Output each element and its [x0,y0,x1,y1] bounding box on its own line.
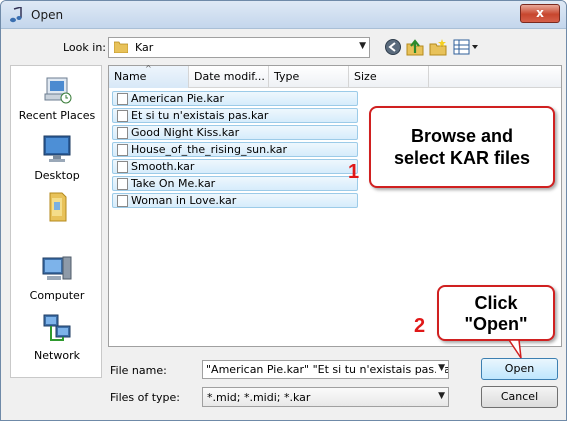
file-item[interactable]: Smooth.kar [112,159,358,174]
place-label: Recent Places [18,109,96,122]
chevron-down-icon[interactable]: ▼ [359,41,366,51]
up-folder-icon[interactable] [406,38,424,56]
cancel-button[interactable]: Cancel [481,386,558,408]
column-size[interactable]: Size [349,66,429,88]
back-icon[interactable] [384,38,402,56]
file-name: Et si tu n'existais pas.kar [131,109,269,122]
file-icon [117,127,128,139]
file-icon [117,195,128,207]
step-number-2: 2 [414,315,426,337]
column-headers: ^ Name Date modif... Type Size [109,64,561,88]
place-computer[interactable]: Computer [11,252,103,302]
open-callout-line2: "Open" [464,314,528,334]
chevron-down-icon[interactable]: ▼ [436,363,445,373]
step-number-1: 1 [348,161,360,183]
file-name: Good Night Kiss.kar [131,126,240,139]
file-name: Smooth.kar [131,160,195,173]
network-icon [43,314,71,341]
file-item[interactable]: House_of_the_rising_sun.kar [112,142,358,157]
place-label: Computer [29,289,85,302]
close-button[interactable]: x [520,4,560,23]
column-type[interactable]: Type [269,66,349,88]
file-name: American Pie.kar [131,92,224,105]
views-icon[interactable] [453,38,479,56]
file-name-input[interactable]: "American Pie.kar" "Et si tu n'existais … [202,360,449,379]
look-in-combo[interactable]: Kar ▼ [108,37,370,58]
desktop-icon [43,135,71,162]
column-type-label: Type [274,70,300,83]
file-icon [117,161,128,173]
file-item[interactable]: Et si tu n'existais pas.kar [112,108,358,123]
window-title: Open [31,8,64,22]
place-label: Desktop [34,169,80,182]
browse-callout-line1: Browse and [410,126,514,146]
recent-places-icon [44,77,72,104]
user-folder-icon [49,192,67,222]
callout-pointer [508,340,522,359]
look-in-label: Look in: [63,41,106,54]
browse-callout-line2: select KAR files [393,148,531,168]
column-name-label: Name [114,70,147,83]
computer-icon [42,256,72,280]
column-date-modified[interactable]: Date modif... [189,66,269,88]
file-icon [117,178,128,190]
column-name[interactable]: ^ Name [109,64,189,88]
new-folder-icon[interactable] [429,38,447,56]
open-dialog: Open x Look in: Kar ▼ Recent Places Desk… [0,0,567,421]
chevron-down-icon[interactable]: ▼ [438,391,445,401]
open-callout: Click "Open" [437,285,555,341]
file-name: Woman in Love.kar [131,194,237,207]
sort-up-icon: ^ [145,64,152,73]
music-note-icon [10,7,22,23]
place-user-folder[interactable] [11,190,103,227]
look-in-value: Kar [135,41,154,54]
file-icon [117,110,128,122]
file-item[interactable]: American Pie.kar [112,91,358,106]
browse-callout: Browse and select KAR files [369,106,555,188]
file-name: Take On Me.kar [131,177,216,190]
file-name-label: File name: [110,364,167,377]
file-item[interactable]: Good Night Kiss.kar [112,125,358,140]
folder-icon [114,41,128,53]
file-item[interactable]: Woman in Love.kar [112,193,358,208]
file-type-select[interactable]: *.mid; *.midi; *.kar ▼ [202,387,449,407]
open-button[interactable]: Open [481,358,558,380]
place-label: Network [34,349,80,362]
places-bar: Recent Places Desktop Computer Network [10,65,102,378]
file-type-value: *.mid; *.midi; *.kar [207,391,311,404]
place-desktop[interactable]: Desktop [11,132,103,182]
file-item[interactable]: Take On Me.kar [112,176,358,191]
column-date-label: Date modif... [194,70,265,83]
file-icon [117,93,128,105]
file-icon [117,144,128,156]
file-name-value: "American Pie.kar" "Et si tu n'existais … [206,363,449,376]
place-recent-places[interactable]: Recent Places [11,72,103,122]
place-network[interactable]: Network [11,312,103,362]
title-bar: Open x [1,1,566,29]
file-type-label: Files of type: [110,391,181,404]
file-name: House_of_the_rising_sun.kar [131,143,288,156]
open-callout-line1: Click [474,293,518,313]
column-size-label: Size [354,70,377,83]
